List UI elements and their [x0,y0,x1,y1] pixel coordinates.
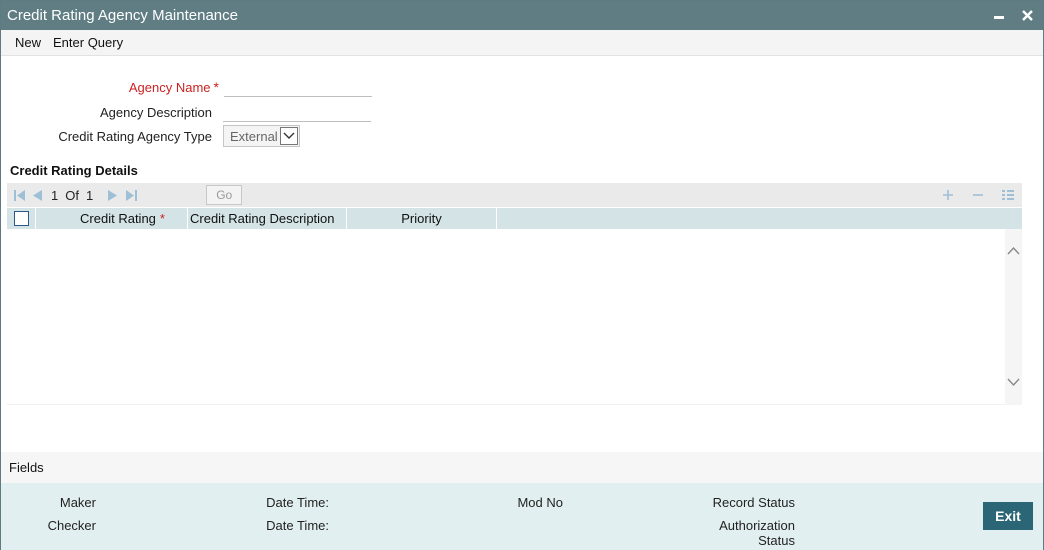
col-priority-label: Priority [401,211,442,226]
fields-label: Fields [9,460,44,475]
grid-body [7,229,1022,405]
window: Credit Rating Agency Maintenance New Ent… [0,0,1044,550]
scroll-down-icon[interactable] [1005,375,1022,389]
col-credit-rating-label: Credit Rating [80,211,156,226]
col-credit-rating[interactable]: Credit Rating * [36,208,188,229]
agency-type-selected: External [230,128,278,144]
agency-name-input[interactable] [224,77,372,97]
go-button[interactable]: Go [206,185,243,205]
agency-description-input[interactable] [223,102,371,122]
required-star: * [213,79,219,95]
checker-label: Checker [47,518,96,533]
maker-label: Maker [59,495,96,510]
maker-date-time-label: Date Time: [266,495,329,510]
page-number-input[interactable] [154,185,199,205]
vertical-scrollbar[interactable] [1005,229,1022,405]
credit-rating-details-title: Credit Rating Details [10,163,138,178]
agency-name-label: Agency Name [128,79,211,95]
col-credit-rating-description[interactable]: Credit Rating Description [188,208,347,229]
window-title: Credit Rating Agency Maintenance [7,7,238,24]
next-page-icon[interactable] [106,188,120,202]
agency-description-row: Agency Description [1,102,371,122]
grid-header-spacer [1005,208,1022,229]
menu-enter-query[interactable]: Enter Query [47,35,129,50]
total-pages: 1 [85,187,94,203]
authorization-label-line1: Authorization [719,518,795,533]
col-credit-rating-description-label: Credit Rating Description [190,211,335,226]
fields-bar[interactable]: Fields [1,452,1043,483]
agency-description-label: Agency Description [100,104,212,120]
mod-no-label: Mod No [517,495,563,510]
select-all-cell [7,208,36,229]
grid-toolbar: 1 Of 1 Go [7,183,1022,207]
required-star: * [159,211,165,226]
chevron-down-icon[interactable] [279,127,298,145]
menu-bar: New Enter Query [1,30,1043,56]
select-all-checkbox[interactable] [13,211,29,226]
minimize-icon[interactable] [991,7,1007,23]
agency-name-row: Agency Name * [1,77,372,97]
record-status-label: Record Status [712,495,795,510]
window-controls [991,7,1035,23]
close-icon[interactable] [1019,7,1035,23]
audit-footer: Maker Checker Date Time: Date Time: Mod … [1,483,1043,550]
agency-name-label-wrap: Agency Name * [1,79,219,95]
agency-type-row: Credit Rating Agency Type External [1,125,300,147]
list-view-icon[interactable] [1000,186,1016,204]
current-page: 1 [51,187,59,203]
pager: 1 Of 1 Go [12,185,243,205]
title-bar: Credit Rating Agency Maintenance [1,1,1043,30]
authorization-label-line2: Status [758,533,795,548]
previous-page-icon[interactable] [30,188,44,202]
agency-type-label: Credit Rating Agency Type [58,128,212,144]
first-page-icon[interactable] [12,188,26,202]
agency-description-label-wrap: Agency Description [1,105,212,120]
add-row-icon[interactable] [940,186,956,204]
exit-button[interactable]: Exit [983,502,1033,530]
grid-header: Credit Rating * Credit Rating Descriptio… [7,208,1005,229]
col-priority[interactable]: Priority [347,208,497,229]
authorization-status-label: Authorization Status [661,518,795,548]
delete-row-icon[interactable] [970,186,986,204]
last-page-icon[interactable] [124,188,138,202]
checker-date-time-label: Date Time: [266,518,329,533]
pager-of-label: Of [65,187,79,203]
agency-type-select[interactable]: External [223,125,300,147]
scroll-up-icon[interactable] [1005,243,1022,257]
grid-actions [940,186,1016,204]
menu-new[interactable]: New [9,35,47,50]
agency-type-label-wrap: Credit Rating Agency Type [1,129,212,144]
